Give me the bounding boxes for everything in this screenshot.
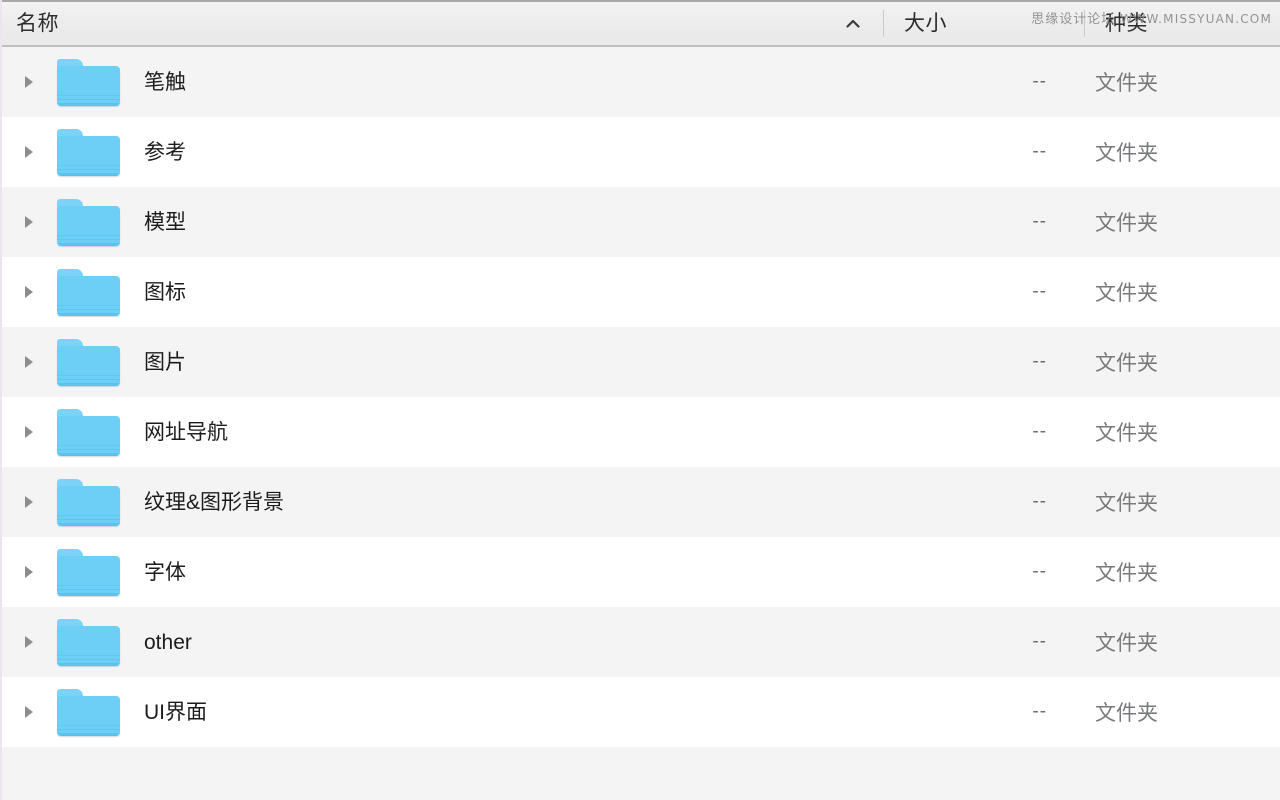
row-size-cell: -- xyxy=(1032,701,1047,722)
row-name-cell: 笔触 xyxy=(2,58,884,106)
row-name-cell: 图片 xyxy=(2,338,884,386)
column-header-kind[interactable]: 种类 xyxy=(1085,2,1280,45)
row-kind-cell: 文件夹 xyxy=(1095,352,1158,375)
table-row[interactable]: 图标 -- 文件夹 xyxy=(2,257,1280,327)
triangle-right-icon[interactable] xyxy=(16,704,42,720)
row-kind-cell: 文件夹 xyxy=(1095,702,1158,725)
row-name-label: 字体 xyxy=(144,560,186,584)
row-name-label: 参考 xyxy=(144,140,186,164)
row-name-cell: 模型 xyxy=(2,198,884,246)
table-row[interactable]: UI界面 -- 文件夹 xyxy=(2,677,1280,747)
row-kind-cell: 文件夹 xyxy=(1095,422,1158,445)
table-row[interactable]: 图片 -- 文件夹 xyxy=(2,327,1280,397)
row-name-cell: 参考 xyxy=(2,128,884,176)
row-size-cell: -- xyxy=(1032,491,1047,512)
row-kind-cell: 文件夹 xyxy=(1095,142,1158,165)
triangle-right-icon[interactable] xyxy=(16,74,42,90)
row-name-label: UI界面 xyxy=(144,700,207,724)
row-size-cell: -- xyxy=(1032,561,1047,582)
row-size-cell: -- xyxy=(1032,281,1047,302)
list-empty-area xyxy=(2,747,1280,795)
folder-icon[interactable] xyxy=(57,198,120,246)
row-kind-cell: 文件夹 xyxy=(1095,562,1158,585)
folder-icon[interactable] xyxy=(57,58,120,106)
row-kind-cell: 文件夹 xyxy=(1095,282,1158,305)
table-row[interactable]: 模型 -- 文件夹 xyxy=(2,187,1280,257)
folder-icon[interactable] xyxy=(57,408,120,456)
row-name-label: 模型 xyxy=(144,210,186,234)
triangle-right-icon[interactable] xyxy=(16,214,42,230)
column-header-name-label: 名称 xyxy=(16,12,59,35)
row-name-cell: UI界面 xyxy=(2,688,884,736)
row-name-label: 笔触 xyxy=(144,70,186,94)
table-row[interactable]: 字体 -- 文件夹 xyxy=(2,537,1280,607)
table-row[interactable]: 参考 -- 文件夹 xyxy=(2,117,1280,187)
triangle-right-icon[interactable] xyxy=(16,494,42,510)
triangle-right-icon[interactable] xyxy=(16,284,42,300)
folder-icon[interactable] xyxy=(57,268,120,316)
row-size-cell: -- xyxy=(1032,421,1047,442)
chevron-up-icon[interactable] xyxy=(842,13,864,35)
row-size-cell: -- xyxy=(1032,211,1047,232)
column-header-size-label: 大小 xyxy=(904,12,947,35)
table-row[interactable]: 笔触 -- 文件夹 xyxy=(2,47,1280,117)
folder-icon[interactable] xyxy=(57,548,120,596)
row-kind-cell: 文件夹 xyxy=(1095,72,1158,95)
folder-icon[interactable] xyxy=(57,478,120,526)
row-name-label: 纹理&图形背景 xyxy=(144,490,285,514)
row-size-cell: -- xyxy=(1032,141,1047,162)
triangle-right-icon[interactable] xyxy=(16,564,42,580)
row-kind-cell: 文件夹 xyxy=(1095,212,1158,235)
finder-list-window: 名称 大小 种类 思缘设计论坛 WWW.MISSYUAN.COM 笔触 -- 文件夹… xyxy=(0,0,1280,800)
table-row[interactable]: 网址导航 -- 文件夹 xyxy=(2,397,1280,467)
row-size-cell: -- xyxy=(1032,631,1047,652)
row-name-cell: 字体 xyxy=(2,548,884,596)
triangle-right-icon[interactable] xyxy=(16,424,42,440)
folder-icon[interactable] xyxy=(57,688,120,736)
table-row[interactable]: 纹理&图形背景 -- 文件夹 xyxy=(2,467,1280,537)
row-kind-cell: 文件夹 xyxy=(1095,632,1158,655)
table-row[interactable]: other -- 文件夹 xyxy=(2,607,1280,677)
folder-icon[interactable] xyxy=(57,128,120,176)
row-kind-cell: 文件夹 xyxy=(1095,492,1158,515)
column-header-bar: 名称 大小 种类 思缘设计论坛 WWW.MISSYUAN.COM xyxy=(2,0,1280,47)
column-header-name[interactable]: 名称 xyxy=(2,2,884,45)
column-header-size[interactable]: 大小 xyxy=(884,2,1085,45)
row-name-cell: other xyxy=(2,618,884,666)
row-size-cell: -- xyxy=(1032,351,1047,372)
file-list: 笔触 -- 文件夹 参考 -- 文件夹 模型 -- 文件夹 图标 -- 文件夹 图片 -- 文件夹 网址导航 -… xyxy=(2,47,1280,747)
row-name-label: 网址导航 xyxy=(144,420,228,444)
column-header-kind-label: 种类 xyxy=(1105,12,1148,35)
row-name-cell: 网址导航 xyxy=(2,408,884,456)
row-name-cell: 纹理&图形背景 xyxy=(2,478,884,526)
triangle-right-icon[interactable] xyxy=(16,144,42,160)
triangle-right-icon[interactable] xyxy=(16,634,42,650)
folder-icon[interactable] xyxy=(57,338,120,386)
triangle-right-icon[interactable] xyxy=(16,354,42,370)
row-name-label: 图标 xyxy=(144,280,186,304)
row-name-cell: 图标 xyxy=(2,268,884,316)
row-name-label: other xyxy=(144,630,192,654)
row-name-label: 图片 xyxy=(144,350,186,374)
folder-icon[interactable] xyxy=(57,618,120,666)
row-size-cell: -- xyxy=(1032,71,1047,92)
